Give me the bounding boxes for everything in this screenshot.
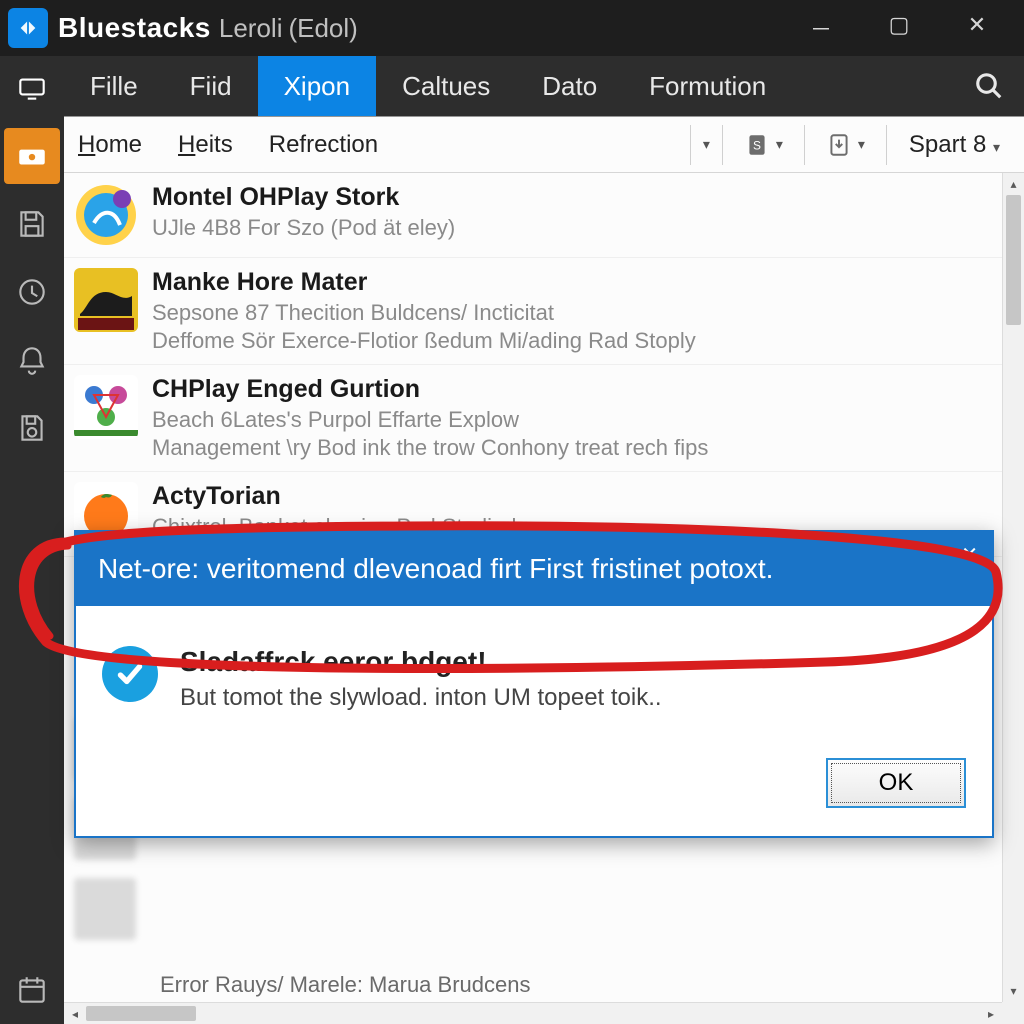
modal-dialog: Net-ore: veritomend dlevenoad firt First… bbox=[74, 530, 994, 838]
menu-caltues[interactable]: Caltues bbox=[376, 56, 516, 116]
dialog-header: Net-ore: veritomend dlevenoad firt First… bbox=[76, 532, 992, 606]
dropdown-1[interactable]: ▾ bbox=[703, 136, 710, 153]
app-thumb-0 bbox=[74, 183, 138, 247]
faint-row: Error Rauys/ Marele: Marua Brudcens bbox=[160, 971, 962, 999]
svg-text:S: S bbox=[753, 138, 761, 152]
subtab-home[interactable]: Home bbox=[78, 131, 142, 159]
spart-dropdown[interactable]: Spart 8 ▾ bbox=[899, 131, 1010, 159]
side-toolstrip bbox=[0, 56, 64, 1024]
list-item[interactable]: CHPlay Enged Gurtion Beach 6Lates's Purp… bbox=[64, 365, 1002, 472]
dialog-message-body: But tomot the slywload. inton UM topeet … bbox=[180, 684, 662, 712]
minimize-button[interactable]: － bbox=[806, 12, 836, 44]
menu-formution[interactable]: Formution bbox=[623, 56, 792, 116]
list-subtitle: Sepsone 87 Thecition Buldcens/ Incticita… bbox=[152, 299, 988, 327]
menu-xipon[interactable]: Xipon bbox=[258, 56, 377, 116]
subtab-heits[interactable]: Heits bbox=[178, 131, 233, 159]
list-subtitle: UJle 4B8 For Szo (Pod ät eley) bbox=[152, 214, 988, 242]
app-thumb-1 bbox=[74, 268, 138, 332]
list-item[interactable]: Montel OHPlay Stork UJle 4B8 For Szo (Po… bbox=[64, 173, 1002, 258]
list-subtitle: Management \ry Bod ink the trow Conhony … bbox=[152, 434, 988, 462]
menu-fille[interactable]: Fille bbox=[64, 56, 164, 116]
close-icon[interactable]: ✕ bbox=[961, 542, 978, 569]
toolbar-export-button[interactable]: ▾ bbox=[817, 127, 874, 163]
list-subtitle: Deffome Sör Exerce-Flotior ßedum Mi/adin… bbox=[152, 327, 988, 355]
window-controls: － ▢ ✕ bbox=[806, 12, 1016, 44]
dialog-message-title: Sladaffrck eeror bdget! bbox=[180, 646, 662, 678]
list-title: ActyTorian bbox=[152, 482, 988, 511]
ok-button[interactable]: OK bbox=[826, 758, 966, 808]
disk-icon[interactable] bbox=[4, 400, 60, 456]
list-title: CHPlay Enged Gurtion bbox=[152, 375, 988, 404]
app-title-paren: (Edol) bbox=[288, 13, 357, 44]
menu-bar: Fille Fiid Xipon Caltues Dato Formution bbox=[64, 56, 1024, 116]
title-bar: Bluestacks Leroli (Edol) － ▢ ✕ bbox=[0, 0, 1024, 56]
toolbar-doc-button[interactable]: S ▾ bbox=[735, 127, 792, 163]
list-subtitle: Beach 6Lates's Purpol Effarte Explow bbox=[152, 406, 988, 434]
vertical-scrollbar[interactable]: ▴ ▾ bbox=[1002, 173, 1024, 1002]
app-subtitle: Leroli bbox=[219, 13, 283, 44]
camera-icon[interactable] bbox=[4, 128, 60, 184]
app-icon bbox=[8, 8, 48, 48]
check-icon bbox=[102, 646, 158, 702]
clock-icon[interactable] bbox=[4, 264, 60, 320]
app-title: Bluestacks bbox=[58, 12, 211, 44]
horizontal-scrollbar[interactable]: ◂ ▸ bbox=[64, 1002, 1002, 1024]
sub-tab-bar: Home Heits Refrection ▾ S ▾ ▾ bbox=[64, 117, 1024, 173]
close-button[interactable]: ✕ bbox=[962, 12, 992, 44]
menu-dato[interactable]: Dato bbox=[516, 56, 623, 116]
maximize-button[interactable]: ▢ bbox=[884, 12, 914, 44]
search-icon[interactable] bbox=[954, 56, 1024, 116]
bell-icon[interactable] bbox=[4, 332, 60, 388]
subtab-refrection[interactable]: Refrection bbox=[269, 131, 378, 159]
save-icon[interactable] bbox=[4, 196, 60, 252]
list-title: Manke Hore Mater bbox=[152, 268, 988, 297]
app-thumb-2 bbox=[74, 375, 138, 439]
calendar-icon[interactable] bbox=[4, 962, 60, 1018]
menu-fiid[interactable]: Fiid bbox=[164, 56, 258, 116]
list-item[interactable]: Manke Hore Mater Sepsone 87 Thecition Bu… bbox=[64, 258, 1002, 365]
monitor-icon[interactable] bbox=[4, 60, 60, 116]
list-title: Montel OHPlay Stork bbox=[152, 183, 988, 212]
